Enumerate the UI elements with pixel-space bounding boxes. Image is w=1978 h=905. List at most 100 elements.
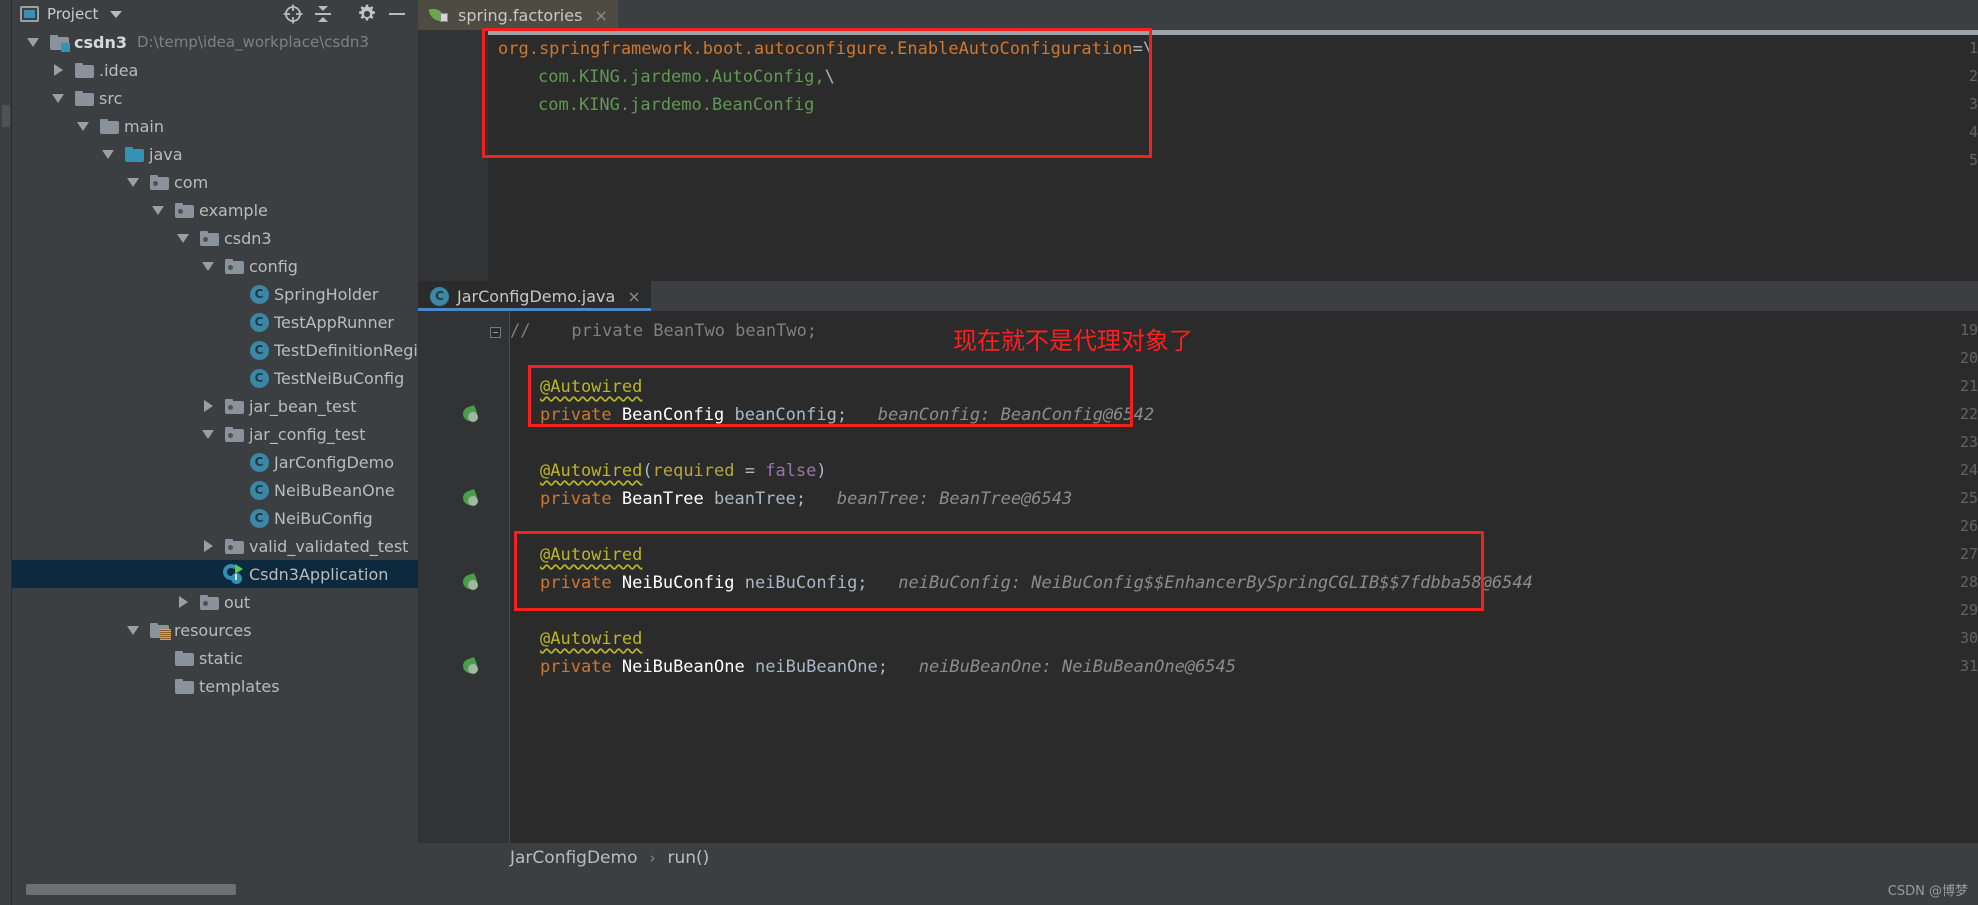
tree-item-config[interactable]: config	[12, 252, 418, 280]
code-line: private BeanTree beanTree; beanTree: Bea…	[540, 489, 1072, 509]
project-tree[interactable]: csdn3 D:\temp\idea_workplace\csdn3 .idea sr…	[12, 28, 418, 905]
tree-item-testapprunner[interactable]: C TestAppRunner	[12, 308, 418, 336]
gear-icon[interactable]	[352, 0, 382, 28]
code-token: beanConfig;	[724, 405, 848, 425]
tree-item-out[interactable]: out	[12, 588, 418, 616]
tree-item-testdefinitionregis[interactable]: C TestDefinitionRegis	[12, 336, 418, 364]
tree-item-springholder[interactable]: C SpringHolder	[12, 280, 418, 308]
target-icon[interactable]	[278, 0, 308, 28]
collapse-all-icon[interactable]	[308, 0, 338, 28]
chevron-down-icon[interactable]	[110, 10, 123, 18]
resources-folder-icon	[149, 622, 171, 640]
tree-item-neibuconfig[interactable]: C NeiBuConfig	[12, 504, 418, 532]
tree-item-csdn3[interactable]: csdn3 D:\temp\idea_workplace\csdn3	[12, 28, 418, 56]
tree-item-csdn3application[interactable]: Csdn3Application	[12, 560, 418, 588]
expand-arrow-expanded[interactable]	[20, 37, 46, 47]
java-class-icon: C	[249, 368, 269, 388]
folder-icon	[74, 62, 94, 78]
folder-icon	[99, 118, 119, 134]
tree-item-path: D:\temp\idea_workplace\csdn3	[136, 33, 369, 51]
tree-item--idea[interactable]: .idea	[12, 56, 418, 84]
tree-item-jar-config-test[interactable]: jar_config_test	[12, 420, 418, 448]
tree-item-resources[interactable]: resources	[12, 616, 418, 644]
tree-item-com[interactable]: com	[12, 168, 418, 196]
tool-window-chip[interactable]	[2, 105, 10, 127]
folding-rail[interactable]	[488, 311, 510, 843]
code-line: @Autowired	[540, 545, 642, 565]
tree-item-neibubeanone[interactable]: C NeiBuBeanOne	[12, 476, 418, 504]
code-pane-top[interactable]: 1 2 3 4 5 org.springframework.boot.autoconfi…	[418, 28, 1978, 281]
expand-arrow-expanded[interactable]	[195, 429, 221, 439]
code-token: BeanTree	[621, 489, 704, 509]
code-token: private	[540, 573, 622, 593]
package-folder-icon	[199, 230, 219, 246]
line-number: 21	[1959, 377, 1978, 395]
expand-arrow-expanded[interactable]	[45, 93, 71, 103]
code-token: required	[652, 461, 735, 481]
expand-arrow-expanded[interactable]	[95, 149, 121, 159]
expand-arrow-expanded[interactable]	[120, 625, 146, 635]
tree-item-main[interactable]: main	[12, 112, 418, 140]
expand-arrow-expanded[interactable]	[70, 121, 96, 131]
code-token: NeiBuBeanOne	[621, 657, 745, 677]
tab-jarconfigdemo[interactable]: C JarConfigDemo.java ×	[418, 281, 651, 311]
code-line: private NeiBuBeanOne neiBuBeanOne; neiBu…	[540, 657, 1236, 677]
tree-item-jar-bean-test[interactable]: jar_bean_test	[12, 392, 418, 420]
tree-item-java[interactable]: java	[12, 140, 418, 168]
breadcrumb-method[interactable]: run()	[667, 848, 709, 868]
tree-item-templates[interactable]: templates	[12, 672, 418, 700]
expand-arrow-expanded[interactable]	[170, 233, 196, 243]
close-icon[interactable]: ×	[627, 287, 640, 306]
expand-arrow-collapsed[interactable]	[195, 540, 221, 552]
package-folder-icon	[224, 258, 244, 274]
tree-item-example[interactable]: example	[12, 196, 418, 224]
code-fold-icon[interactable]	[490, 327, 501, 338]
tree-item-label: java	[149, 144, 183, 164]
tree-horizontal-scrollbar[interactable]	[26, 884, 236, 895]
spring-bean-gutter-icon[interactable]	[461, 657, 480, 676]
tab-label: JarConfigDemo.java	[457, 286, 616, 306]
minimize-icon[interactable]	[382, 0, 412, 28]
code-line: @Autowired	[540, 629, 642, 649]
spring-leaf-icon	[428, 6, 450, 24]
expand-arrow-collapsed[interactable]	[170, 596, 196, 608]
expand-arrow-expanded[interactable]	[195, 261, 221, 271]
line-number: 20	[1959, 349, 1978, 367]
expand-arrow-collapsed[interactable]	[45, 64, 71, 76]
tree-item-label: src	[99, 88, 123, 108]
tree-item-valid-validated-test[interactable]: valid_validated_test	[12, 532, 418, 560]
line-number: 30	[1959, 629, 1978, 647]
expand-arrow-collapsed[interactable]	[195, 400, 221, 412]
close-icon[interactable]: ×	[594, 6, 607, 25]
spring-bean-gutter-icon[interactable]	[461, 489, 480, 508]
code-line: @Autowired(required = false)	[540, 461, 827, 481]
gutter-top	[418, 30, 488, 281]
tree-item-label: main	[124, 116, 164, 136]
tab-spring-factories[interactable]: spring.factories ×	[418, 0, 618, 30]
tree-item-static[interactable]: static	[12, 644, 418, 672]
tree-item-testneibuconfig[interactable]: C TestNeiBuConfig	[12, 364, 418, 392]
breadcrumb-class[interactable]: JarConfigDemo	[510, 848, 637, 868]
code-line: org.springframework.boot.autoconfigure.E…	[498, 39, 1153, 59]
spring-bean-gutter-icon[interactable]	[461, 405, 480, 424]
line-number: 29	[1959, 601, 1978, 619]
expand-arrow-expanded[interactable]	[120, 177, 146, 187]
code-pane-bottom[interactable]: 19 20 21 22 23 24 25 26 27 28 29 30 31 // private Be…	[418, 311, 1978, 843]
package-folder-icon	[224, 426, 244, 442]
folder-icon	[174, 650, 194, 666]
code-token: (	[642, 461, 653, 481]
tree-item-label: NeiBuConfig	[274, 508, 373, 528]
code-token: =	[734, 461, 766, 481]
code-token: com.KING.jardemo.BeanConfig	[538, 95, 815, 115]
tree-item-jarconfigdemo[interactable]: C JarConfigDemo	[12, 448, 418, 476]
code-annotation: @Autowired	[540, 377, 643, 397]
package-folder-icon	[224, 538, 244, 554]
tree-item-csdn3[interactable]: csdn3	[12, 224, 418, 252]
line-number: 31	[1959, 657, 1978, 675]
tree-item-label: JarConfigDemo	[274, 452, 394, 472]
folder-icon	[74, 90, 94, 106]
code-line: private NeiBuConfig neiBuConfig; neiBuCo…	[540, 573, 1533, 593]
expand-arrow-expanded[interactable]	[145, 205, 171, 215]
tree-item-src[interactable]: src	[12, 84, 418, 112]
spring-bean-gutter-icon[interactable]	[461, 573, 480, 592]
